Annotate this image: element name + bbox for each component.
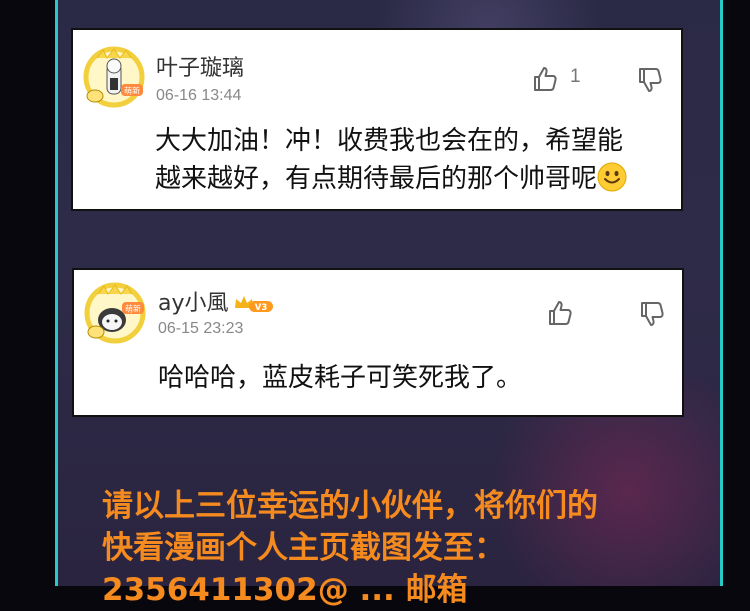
announcement-line: 快看漫画个人主页截图发至：	[102, 530, 505, 566]
thumbs-down-icon	[641, 302, 664, 326]
avatar-badge: 萌新	[124, 86, 140, 96]
comment-card: 萌新 叶子璇璃 06-16 13:44 1 大大加油！冲！收费我也会在的，希望能…	[71, 28, 683, 211]
avatar[interactable]: 萌新	[83, 46, 145, 108]
thumbs-up-icon	[534, 67, 557, 91]
comment-text: 哈哈哈，蓝皮耗子可笑死我了。	[158, 363, 523, 393]
vip-badge: V3	[233, 294, 275, 314]
comment-line-with-emoji: 越来越好，有点期待最后的那个帅哥呢	[155, 160, 627, 198]
username[interactable]: 叶子璇璃	[156, 50, 244, 82]
chick-avatar-icon: 萌新	[84, 282, 146, 344]
timestamp: 06-16 13:44	[156, 87, 242, 104]
smiley-emoji	[597, 162, 627, 192]
like-count: 1	[570, 66, 581, 87]
comment-card: 萌新 ay小風 V3 06-15 23:23 哈哈哈，蓝皮耗子可笑死我了。	[72, 268, 684, 417]
thumbs-down-icon	[639, 68, 662, 92]
dislike-button[interactable]	[638, 300, 666, 328]
vip-badge-label: V3	[254, 303, 267, 313]
announcement-line: 请以上三位幸运的小伙伴，将你们的	[102, 488, 598, 524]
thumbs-up-icon	[549, 301, 572, 325]
avatar[interactable]: 萌新	[84, 282, 146, 344]
crown-icon: V3	[234, 296, 273, 313]
dislike-button[interactable]	[636, 66, 664, 94]
username-row: ay小風 V3	[158, 285, 275, 317]
comment-text: 大大加油！冲！收费我也会在的，希望能 越来越好，有点期待最后的那个帅哥呢	[155, 122, 627, 198]
like-button[interactable]	[531, 65, 559, 93]
comment-line: 大大加油！冲！收费我也会在的，希望能	[155, 126, 624, 156]
chick-avatar-icon: 萌新	[83, 46, 145, 108]
username[interactable]: ay小風	[158, 291, 229, 316]
like-button[interactable]	[546, 299, 574, 327]
avatar-badge: 萌新	[125, 304, 141, 314]
comment-line: 越来越好，有点期待最后的那个帅哥呢	[155, 164, 598, 194]
timestamp: 06-15 23:23	[158, 320, 244, 337]
announcement-line: 2356411302@ ... 邮箱	[102, 572, 468, 608]
announcement: 请以上三位幸运的小伙伴，将你们的 快看漫画个人主页截图发至： 235641130…	[102, 485, 598, 611]
